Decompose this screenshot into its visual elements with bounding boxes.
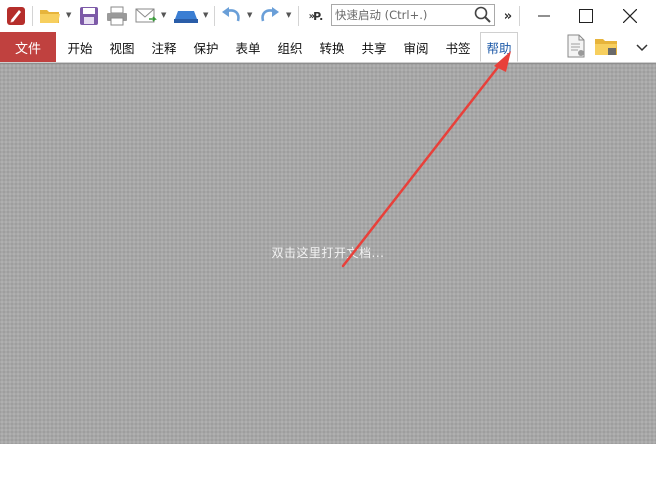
more-icon[interactable]: » [499, 4, 517, 28]
open-document-hint[interactable]: 双击这里打开文档... [0, 244, 656, 261]
baidu-watermark: Baidu 经验 jingyan.baidu.com [505, 444, 645, 494]
tab-form[interactable]: 表单 [229, 32, 267, 62]
chevron-down-icon[interactable]: ▼ [66, 10, 71, 20]
tab-help[interactable]: 帮助 [480, 32, 518, 62]
tab-share[interactable]: 共享 [355, 32, 393, 62]
folder-options-icon[interactable] [592, 34, 620, 58]
scan-icon[interactable] [171, 4, 201, 28]
tab-bookmarks[interactable]: 书签 [439, 32, 477, 62]
search-input[interactable] [334, 6, 468, 24]
tab-review[interactable]: 审阅 [397, 32, 435, 62]
watermark-logo: Baidu [505, 444, 580, 472]
print-icon[interactable] [104, 4, 130, 28]
undo-icon[interactable] [218, 4, 244, 28]
watermark-logo-text: Bai [505, 444, 547, 472]
email-icon[interactable] [133, 4, 159, 28]
document-area[interactable]: 双击这里打开文档... Baidu 经验 jingyan.baidu.com [0, 63, 656, 489]
ribbon-tab-bar: 文件 开始 视图 注释 保护 表单 组织 转换 共享 审阅 书签 帮助 [0, 32, 656, 63]
chevron-down-icon[interactable]: ▼ [161, 10, 166, 20]
quick-launch-search[interactable] [331, 4, 495, 26]
tab-file[interactable]: 文件 [0, 32, 56, 62]
close-icon[interactable] [608, 0, 652, 32]
save-icon[interactable] [77, 4, 101, 28]
title-bar: ▼ ▼ ▼ ▼ ▼ » P. 快速启动 (Ctrl+.) » [0, 0, 656, 33]
minimize-icon[interactable] [522, 0, 566, 32]
overflow-label: P. [313, 9, 324, 23]
redo-icon[interactable] [257, 4, 283, 28]
tab-home[interactable]: 开始 [61, 32, 99, 62]
search-icon[interactable] [474, 6, 492, 27]
tab-comment[interactable]: 注释 [145, 32, 183, 62]
watermark-url: jingyan.baidu.com [507, 475, 618, 489]
tab-convert[interactable]: 转换 [313, 32, 351, 62]
maximize-icon[interactable] [564, 0, 608, 32]
watermark-brand: 经验 [595, 454, 634, 476]
tab-protect[interactable]: 保护 [187, 32, 225, 62]
open-folder-icon[interactable] [37, 4, 63, 28]
watermark-paw-icon: du [546, 444, 580, 472]
app-logo-icon[interactable] [4, 4, 28, 28]
quick-access-overflow[interactable]: » P. [303, 4, 329, 28]
collapse-ribbon-icon[interactable] [632, 36, 652, 60]
tab-view[interactable]: 视图 [103, 32, 141, 62]
chevron-down-icon[interactable]: ▼ [203, 10, 208, 20]
tab-organize[interactable]: 组织 [271, 32, 309, 62]
chevron-down-icon[interactable]: ▼ [286, 10, 291, 20]
chevron-down-icon[interactable]: ▼ [247, 10, 252, 20]
document-settings-icon[interactable] [563, 34, 589, 58]
